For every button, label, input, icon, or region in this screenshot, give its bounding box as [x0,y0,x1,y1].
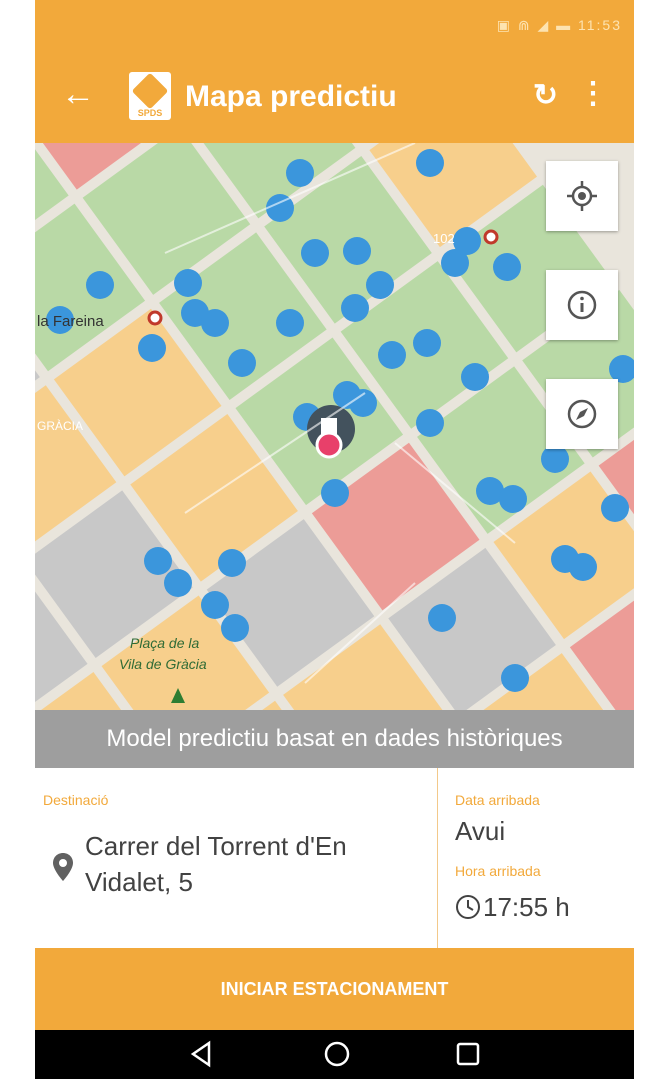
info-divider [437,768,438,948]
destination-label: Destinació [43,792,109,808]
nav-home-icon[interactable] [323,1040,351,1068]
map-view[interactable]: la Fareina GRÀCIA Plaça de la Vila de Gr… [35,143,634,710]
arrival-date-label: Data arribada [455,792,540,808]
destination-address[interactable]: Carrer del Torrent d'En Vidalet, 5 [85,828,430,900]
logo-text: SPDS [137,108,163,118]
status-time: 11:53 [578,17,622,33]
clock-icon [456,895,480,919]
status-icons: ▣ ⋒ ◢ ▬ 11:53 [496,17,622,33]
app-logo: SPDS [129,72,171,120]
more-vert-icon[interactable]: ⋮ [578,76,608,111]
arrival-date-value[interactable]: Avui [455,816,505,847]
nav-back-icon[interactable] [189,1040,213,1068]
info-icon [567,290,597,320]
nav-recents-icon[interactable] [455,1040,481,1068]
map-label-district: GRÀCIA [37,418,83,433]
map-label-square-2: Vila de Gràcia [119,656,207,672]
app-toolbar: ← SPDS Mapa predictiu ↻ ⋮ [35,50,634,143]
map-label-square-1: Plaça de la [130,635,199,651]
logo-shape [131,72,169,110]
my-location-button[interactable] [546,161,618,231]
refresh-icon[interactable]: ↻ [533,78,558,113]
map-canvas: la Fareina GRÀCIA Plaça de la Vila de Gr… [35,143,634,710]
location-pin-icon [53,853,73,881]
page-title: Mapa predictiu [185,80,397,113]
compass-button[interactable] [546,379,618,449]
prediction-banner: Model predictiu basat en dades històriqu… [35,710,634,768]
map-label-number: 102 [433,231,455,246]
my-location-icon [567,181,597,211]
system-nav-bar [35,1030,634,1079]
map-label-place: la Fareina [37,313,104,330]
info-button[interactable] [546,270,618,340]
arrival-time-label: Hora arribada [455,863,541,879]
arrival-time-field[interactable]: 17:55 h [455,892,570,923]
compass-icon [567,399,597,429]
status-bar: ▣ ⋒ ◢ ▬ 11:53 [35,0,634,50]
arrival-time-value: 17:55 h [483,892,570,922]
phone-screen: ▣ ⋒ ◢ ▬ 11:53 ← SPDS Mapa predictiu ↻ ⋮ [35,0,634,1079]
start-parking-button[interactable]: INICIAR ESTACIONAMENT [35,948,634,1030]
arrow-left-icon[interactable]: ← [61,74,95,114]
trip-info-panel: Destinació Carrer del Torrent d'En Vidal… [35,768,634,948]
